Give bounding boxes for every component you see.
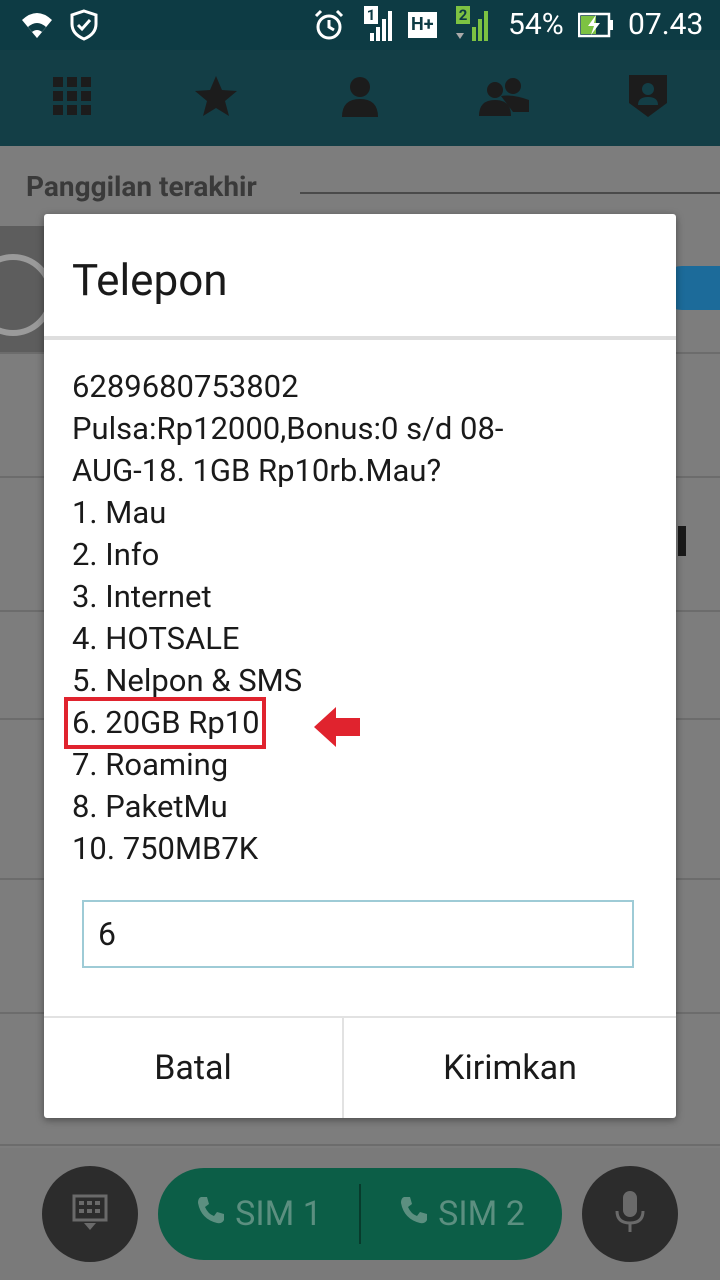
section-divider bbox=[300, 192, 720, 194]
call-sim2-button[interactable]: SIM 2 bbox=[361, 1168, 562, 1260]
shield-check-icon bbox=[70, 8, 98, 42]
network-type: H+ bbox=[408, 12, 437, 38]
scroll-indicator bbox=[678, 526, 686, 556]
dialpad-hide-icon bbox=[70, 1192, 110, 1236]
list-divider bbox=[0, 1144, 720, 1146]
send-button[interactable]: Kirimkan bbox=[344, 1018, 676, 1118]
profile-tab[interactable] bbox=[576, 50, 720, 146]
menu-option: 3. Internet bbox=[72, 578, 212, 615]
phone-icon bbox=[195, 1194, 227, 1235]
sim2-badge: 2 bbox=[456, 6, 470, 24]
menu-option: 5. Nelpon & SMS bbox=[72, 662, 303, 699]
signal-sim1-icon: 1 bbox=[364, 6, 394, 42]
call-sim1-button[interactable]: SIM 1 bbox=[158, 1168, 359, 1260]
microphone-icon bbox=[613, 1189, 647, 1239]
badge-icon bbox=[627, 73, 669, 123]
voice-search-button[interactable] bbox=[582, 1166, 678, 1262]
menu-option: 10. 750MB7K bbox=[72, 830, 259, 867]
sim2-label: SIM 2 bbox=[438, 1194, 525, 1234]
app-tab-bar bbox=[0, 50, 720, 146]
groups-tab[interactable] bbox=[432, 50, 576, 146]
alarm-icon bbox=[312, 8, 346, 42]
red-arrow-icon bbox=[312, 705, 362, 753]
dialpad-hide-button[interactable] bbox=[42, 1166, 138, 1262]
signal-sim2-icon: 2 bbox=[454, 6, 494, 42]
dialog-title: Telepon bbox=[72, 254, 228, 306]
ussd-message: 6289680753802 Pulsa:Rp12000,Bonus:0 s/d … bbox=[64, 366, 662, 870]
menu-option: 4. HOTSALE bbox=[72, 620, 240, 657]
clock: 07.43 bbox=[628, 7, 704, 42]
star-icon bbox=[193, 74, 239, 122]
favorites-tab[interactable] bbox=[144, 50, 288, 146]
sim1-label: SIM 1 bbox=[235, 1194, 322, 1234]
network-hplus-icon: H+ bbox=[408, 8, 437, 42]
recent-calls-label: Panggilan terakhir bbox=[26, 170, 257, 203]
ussd-dialog: Telepon 6289680753802 Pulsa:Rp12000,Bonu… bbox=[44, 214, 676, 1118]
wifi-icon bbox=[20, 8, 54, 42]
message-line: 6289680753802 bbox=[72, 368, 299, 405]
highlight-box bbox=[64, 697, 266, 749]
group-icon bbox=[475, 76, 533, 120]
status-bar: 1 H+ 2 54% 07.43 bbox=[0, 0, 720, 50]
message-line: AUG-18. 1GB Rp10rb.Mau? bbox=[72, 452, 442, 489]
phone-icon bbox=[398, 1194, 430, 1235]
call-sim-buttons: SIM 1 SIM 2 bbox=[158, 1168, 562, 1260]
menu-option: 2. Info bbox=[72, 536, 160, 573]
reply-input[interactable] bbox=[82, 900, 634, 968]
cancel-button[interactable]: Batal bbox=[44, 1018, 342, 1118]
message-line: Pulsa:Rp12000,Bonus:0 s/d 08- bbox=[72, 410, 504, 447]
highlighted-option: 6. 20GB Rp10 bbox=[64, 697, 266, 749]
menu-option: 1. Mau bbox=[72, 494, 167, 531]
menu-option: 7. Roaming bbox=[72, 746, 229, 783]
battery-charging-icon bbox=[578, 8, 614, 42]
menu-option: 8. PaketMu bbox=[72, 788, 228, 825]
title-divider bbox=[44, 336, 676, 340]
sim1-badge: 1 bbox=[364, 6, 378, 24]
battery-percent: 54% bbox=[508, 7, 564, 42]
dialpad-tab[interactable] bbox=[0, 50, 144, 146]
contacts-tab[interactable] bbox=[288, 50, 432, 146]
grid-icon bbox=[51, 75, 93, 121]
person-icon bbox=[340, 75, 380, 121]
menu-option-highlighted-row: 6. 20GB Rp10 bbox=[64, 697, 662, 749]
